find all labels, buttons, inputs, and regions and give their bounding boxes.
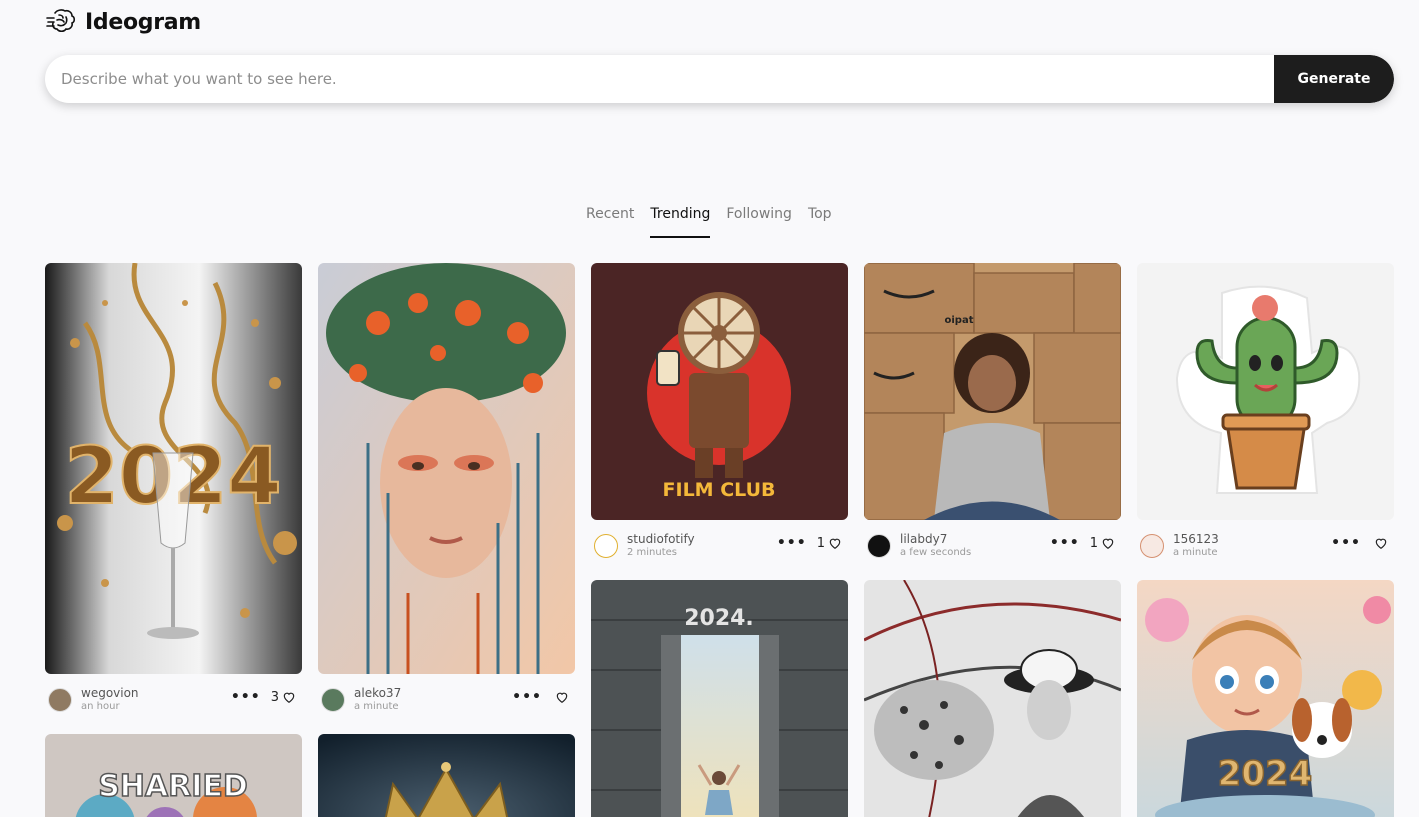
brain-logo-icon xyxy=(46,9,76,33)
card-image-text: FILM CLUB xyxy=(663,479,776,501)
timestamp: 2 minutes xyxy=(627,547,678,559)
card-image[interactable] xyxy=(1137,263,1394,520)
avatar[interactable] xyxy=(321,688,345,712)
like-button[interactable] xyxy=(552,690,569,704)
card-actions: ••• 1 xyxy=(1050,535,1115,551)
card-actions: ••• 1 xyxy=(777,535,842,551)
feed-card: FILM CLUB studiofotify 2 minutes ••• 1 xyxy=(591,263,848,564)
user-block: 156123 a minute xyxy=(1173,533,1219,559)
card-meta: studiofotify 2 minutes ••• 1 xyxy=(591,528,848,564)
card-meta: lilabdy7 a few seconds ••• 1 xyxy=(864,528,1121,564)
prompt-bar: Generate xyxy=(45,55,1394,103)
heart-icon xyxy=(283,692,295,703)
like-count: 1 xyxy=(1089,535,1098,551)
feed-card: oipat lilabdy7 a few seconds ••• 1 xyxy=(864,263,1121,564)
timestamp: a few seconds xyxy=(900,547,972,559)
feed-card xyxy=(864,580,1121,817)
card-image-text: 2024. xyxy=(684,606,754,631)
card-image[interactable] xyxy=(318,734,575,817)
tab-following[interactable]: Following xyxy=(726,200,792,240)
username[interactable]: studiofotify xyxy=(627,533,695,547)
brand[interactable]: Ideogram xyxy=(45,5,201,39)
more-options-icon[interactable]: ••• xyxy=(1331,535,1361,551)
like-button[interactable]: 1 xyxy=(817,536,842,551)
heart-icon xyxy=(1102,538,1114,549)
more-options-icon[interactable]: ••• xyxy=(231,689,261,705)
tab-top[interactable]: Top xyxy=(808,200,832,240)
avatar[interactable] xyxy=(48,688,72,712)
feed-card: 2024 wegovion an hour ••• 3 xyxy=(45,263,302,718)
timestamp: a minute xyxy=(354,701,399,713)
heart-icon xyxy=(829,538,841,549)
username[interactable]: aleko37 xyxy=(354,687,401,701)
feed-card: 2024 xyxy=(1137,580,1394,817)
user-block: studiofotify 2 minutes xyxy=(627,533,695,559)
more-options-icon[interactable]: ••• xyxy=(1050,535,1080,551)
feed-card: aleko37 a minute ••• xyxy=(318,263,575,718)
more-options-icon[interactable]: ••• xyxy=(777,535,807,551)
timestamp: a minute xyxy=(1173,547,1218,559)
card-image-text: SHARIED xyxy=(98,769,248,804)
like-button[interactable]: 1 xyxy=(1090,536,1115,551)
like-count: 1 xyxy=(816,535,825,551)
username[interactable]: lilabdy7 xyxy=(900,533,971,547)
card-image[interactable]: oipat xyxy=(864,263,1121,520)
card-image[interactable]: SHARIED xyxy=(45,734,302,817)
tab-trending[interactable]: Trending xyxy=(650,200,710,240)
feed-card: 2024. xyxy=(591,580,848,817)
feed-card: 156123 a minute ••• xyxy=(1137,263,1394,564)
more-options-icon[interactable]: ••• xyxy=(512,689,542,705)
like-button[interactable]: 3 xyxy=(271,690,296,705)
card-meta: 156123 a minute ••• xyxy=(1137,528,1394,564)
tab-recent[interactable]: Recent xyxy=(586,200,634,240)
feed-tabs: Recent Trending Following Top xyxy=(586,200,832,240)
username[interactable]: 156123 xyxy=(1173,533,1219,547)
like-count: 3 xyxy=(270,689,279,705)
heart-icon xyxy=(1375,538,1387,549)
card-actions: ••• xyxy=(1331,535,1388,551)
brand-name: Ideogram xyxy=(85,9,201,35)
card-meta: aleko37 a minute ••• xyxy=(318,682,575,718)
ideogram-home: Ideogram Generate Recent Trending Follow… xyxy=(0,0,1419,817)
card-image[interactable] xyxy=(318,263,575,674)
user-block: aleko37 a minute xyxy=(354,687,401,713)
card-image-text: 2024 xyxy=(1218,754,1313,794)
avatar[interactable] xyxy=(867,534,891,558)
username[interactable]: wegovion xyxy=(81,687,139,701)
card-actions: ••• 3 xyxy=(231,689,296,705)
card-meta: wegovion an hour ••• 3 xyxy=(45,682,302,718)
prompt-input[interactable] xyxy=(45,55,1274,103)
card-image[interactable]: 2024. xyxy=(591,580,848,817)
feed-card: SHARIED xyxy=(45,734,302,817)
timestamp: an hour xyxy=(81,701,120,713)
user-block: wegovion an hour xyxy=(81,687,139,713)
user-block: lilabdy7 a few seconds xyxy=(900,533,972,559)
avatar[interactable] xyxy=(1140,534,1164,558)
card-image-text: oipat xyxy=(945,315,974,326)
card-image[interactable] xyxy=(864,580,1121,817)
heart-icon xyxy=(556,692,568,703)
generate-button[interactable]: Generate xyxy=(1274,55,1394,103)
card-image[interactable]: 2024 xyxy=(45,263,302,674)
avatar[interactable] xyxy=(594,534,618,558)
feed-card xyxy=(318,734,575,817)
card-actions: ••• xyxy=(512,689,569,705)
like-button[interactable] xyxy=(1371,536,1388,550)
card-image[interactable]: FILM CLUB xyxy=(591,263,848,520)
card-image[interactable]: 2024 xyxy=(1137,580,1394,817)
